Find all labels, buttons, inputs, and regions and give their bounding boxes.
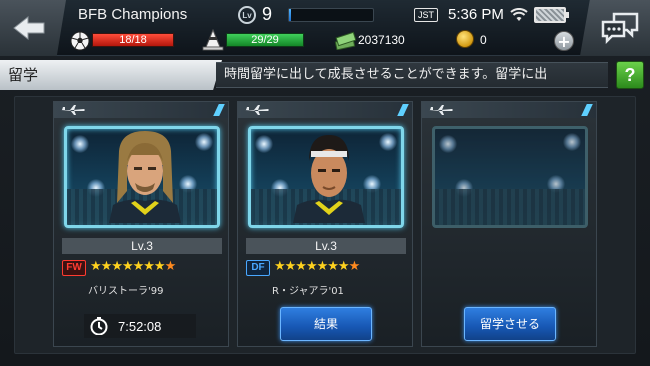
player-level-label: Lv.3	[62, 238, 222, 254]
add-coins-button[interactable]: +	[554, 31, 574, 51]
study-slot-1[interactable]: Lv.3 FW ★★★★★★★★ バリストーラ'99 7:52:08	[53, 101, 229, 347]
exp-progress-bar	[288, 8, 374, 22]
airplane-icon	[429, 105, 453, 115]
player-avatar-image	[293, 135, 365, 223]
money-value: 2037130	[358, 33, 405, 47]
slot-stripe	[397, 104, 409, 116]
player-name: バリストーラ'99	[88, 286, 164, 297]
player-level-label: Lv.3	[246, 238, 406, 254]
coin-value: 0	[480, 33, 487, 47]
section-header: 留学 時間留学に出して成長させることができます。留学に出 ?	[0, 60, 650, 90]
section-description: 時間留学に出して成長させることができます。留学に出	[216, 62, 608, 88]
chat-button[interactable]	[580, 0, 650, 56]
money-stack-icon	[334, 31, 356, 50]
wifi-icon	[510, 8, 528, 21]
timezone-label: JST	[414, 8, 439, 22]
slot-stripe	[213, 104, 225, 116]
app-title: BFB Champions	[78, 6, 188, 23]
chat-bubbles-icon	[601, 12, 639, 44]
send-abroad-button[interactable]: 留学させる	[464, 307, 556, 341]
study-slot-2[interactable]: Lv.3 DF ★★★★★★★★ R・ジャアラ'01 結果	[237, 101, 413, 347]
slot-stripe	[581, 104, 593, 116]
player-portrait	[248, 126, 404, 228]
study-abroad-panel: Lv.3 FW ★★★★★★★★ バリストーラ'99 7:52:08 Lv.3 …	[14, 96, 636, 354]
slot-header	[54, 102, 228, 118]
clock-icon	[90, 317, 108, 335]
timer-text: 7:52:08	[118, 318, 162, 334]
result-button[interactable]: 結果	[280, 307, 372, 341]
stamina-bar: 18/18	[92, 33, 174, 47]
player-avatar-image	[109, 131, 181, 223]
coin-icon	[456, 30, 474, 48]
remaining-time: 7:52:08	[84, 314, 196, 338]
action-points-bar: 29/29	[226, 33, 304, 47]
clock-time: 5:36 PM	[448, 6, 504, 23]
position-badge: DF	[246, 260, 270, 276]
top-status-bar: BFB Champions Lv 9 JST 5:36 PM 18/18 29/…	[0, 0, 650, 56]
player-level: 9	[262, 4, 273, 24]
rarity-stars: ★★★★★★★★	[274, 259, 360, 274]
slot-header	[238, 102, 412, 118]
player-name: R・ジャアラ'01	[272, 286, 344, 297]
exp-progress-fill	[289, 9, 291, 21]
rarity-stars: ★★★★★★★★	[90, 259, 176, 274]
airplane-icon	[245, 105, 269, 115]
back-arrow-icon	[13, 15, 45, 41]
soccer-ball-icon	[70, 31, 90, 51]
level-icon: Lv	[238, 6, 256, 24]
section-title: 留学	[0, 60, 222, 90]
player-portrait	[64, 126, 220, 228]
help-button[interactable]: ?	[616, 61, 644, 89]
cone-icon	[202, 29, 224, 51]
position-badge: FW	[62, 260, 86, 276]
study-slot-3[interactable]: 留学させる	[421, 101, 597, 347]
battery-icon	[534, 7, 569, 23]
empty-portrait	[432, 126, 588, 228]
back-button[interactable]	[0, 0, 66, 56]
airplane-icon	[61, 105, 85, 115]
slot-header	[422, 102, 596, 118]
